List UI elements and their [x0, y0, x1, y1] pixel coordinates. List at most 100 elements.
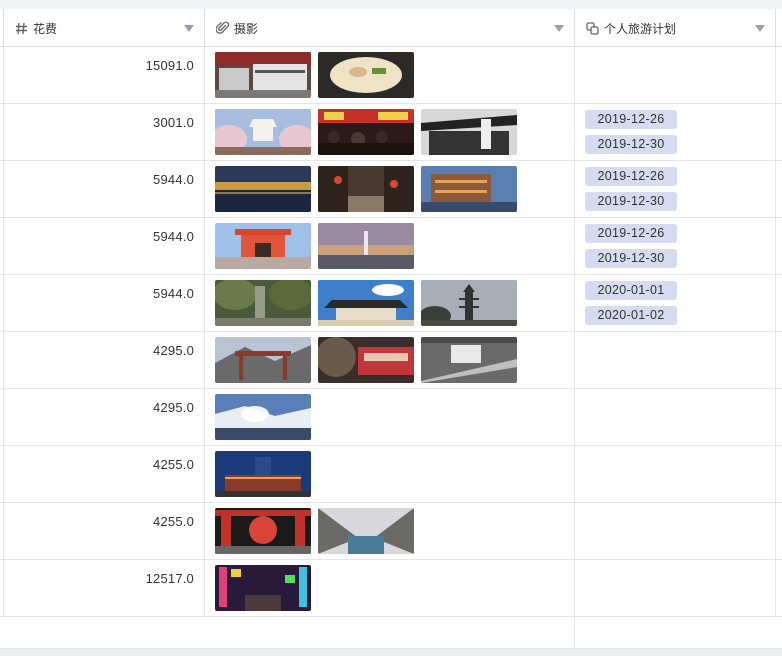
- photo-thumbnails: [215, 337, 517, 383]
- table-row[interactable]: 12517.0: [0, 560, 782, 617]
- table-row[interactable]: 4295.0: [0, 332, 782, 389]
- column-header-cost[interactable]: 花费: [3, 9, 204, 47]
- photo-thumbnail-wooden-pavilion-dusk[interactable]: [421, 166, 517, 212]
- photo-cell[interactable]: [204, 275, 574, 331]
- linked-records: 2019-12-26 2019-12-30: [585, 110, 677, 154]
- linked-record-tag[interactable]: 2019-12-26: [585, 224, 677, 243]
- chevron-down-icon[interactable]: [554, 24, 564, 32]
- photo-thumbnail-temple-gate-dark[interactable]: [421, 109, 517, 155]
- travel-plan-cell[interactable]: 2019-12-26 2019-12-30: [574, 161, 775, 217]
- photo-thumbnails: [215, 280, 517, 326]
- photo-thumbnail-snowy-hot-spring[interactable]: [215, 394, 311, 440]
- photo-thumbnail-red-lantern-gate[interactable]: [215, 508, 311, 554]
- table-row[interactable]: 3001.0 2019-12-26 2019-12-30: [0, 104, 782, 161]
- photo-cell[interactable]: [204, 161, 574, 217]
- photo-cell[interactable]: [204, 560, 574, 616]
- travel-plan-cell[interactable]: [574, 389, 775, 445]
- travel-plan-cell[interactable]: [574, 446, 775, 502]
- photo-cell[interactable]: [204, 218, 574, 274]
- table-row[interactable]: 4255.0: [0, 503, 782, 560]
- photo-thumbnail-ramen-bowl[interactable]: [318, 52, 414, 98]
- cost-value: 3001.0: [153, 115, 194, 130]
- photo-thumbnail-pagoda-silhouette[interactable]: [421, 280, 517, 326]
- data-grid: 花费 摄影 个人旅游计划 15091.0 3001.0 2019-12-26 2019…: [0, 9, 782, 649]
- column-header-spacer: [775, 9, 782, 47]
- photo-thumbnail-castle-cherry-blossom[interactable]: [215, 109, 311, 155]
- travel-plan-cell[interactable]: [574, 560, 775, 616]
- photo-cell[interactable]: [204, 446, 574, 502]
- photo-cell[interactable]: [204, 503, 574, 559]
- photo-thumbnail-cable-car-slope[interactable]: [421, 337, 517, 383]
- cost-cell[interactable]: 4255.0: [3, 503, 204, 559]
- linked-record-tag[interactable]: 2020-01-02: [585, 306, 677, 325]
- linked-record-tag[interactable]: 2019-12-26: [585, 110, 677, 129]
- cost-cell[interactable]: 4295.0: [3, 389, 204, 445]
- row-spacer: [775, 560, 782, 616]
- photo-cell[interactable]: [204, 104, 574, 160]
- row-spacer: [775, 161, 782, 217]
- cost-value: 4295.0: [153, 343, 194, 358]
- cost-cell[interactable]: 4255.0: [3, 446, 204, 502]
- photo-thumbnail-great-temple-blue-sky[interactable]: [318, 280, 414, 326]
- column-header-travel-plan[interactable]: 个人旅游计划: [574, 9, 775, 47]
- linked-records: 2020-01-01 2020-01-02: [585, 281, 677, 325]
- table-row[interactable]: 5944.0 2019-12-26 2019-12-30: [0, 218, 782, 275]
- cost-cell[interactable]: 12517.0: [3, 560, 204, 616]
- photo-thumbnail-red-shrine-gate[interactable]: [215, 223, 311, 269]
- photo-cell[interactable]: [204, 47, 574, 103]
- photo-thumbnail-old-street-lanterns[interactable]: [318, 166, 414, 212]
- cost-value: 15091.0: [145, 58, 194, 73]
- travel-plan-cell[interactable]: [574, 503, 775, 559]
- photo-thumbnail-tower-sunset-city[interactable]: [318, 223, 414, 269]
- table-row[interactable]: 5944.0 2019-12-26 2019-12-30: [0, 161, 782, 218]
- photo-thumbnail-neon-street-night[interactable]: [215, 565, 311, 611]
- linked-record-tag[interactable]: 2019-12-30: [585, 135, 677, 154]
- photo-cell[interactable]: [204, 389, 574, 445]
- table-row[interactable]: 5944.0 2020-01-01 2020-01-02: [0, 275, 782, 332]
- cost-cell[interactable]: 5944.0: [3, 275, 204, 331]
- photo-thumbnail-river-night-lights[interactable]: [215, 166, 311, 212]
- photo-thumbnails: [215, 109, 517, 155]
- linked-record-tag[interactable]: 2019-12-30: [585, 249, 677, 268]
- travel-plan-cell[interactable]: [574, 47, 775, 103]
- table-row[interactable]: 4255.0: [0, 446, 782, 503]
- table-row[interactable]: 15091.0: [0, 47, 782, 104]
- photo-thumbnail-station-night-blue[interactable]: [215, 451, 311, 497]
- cost-cell[interactable]: 5944.0: [3, 161, 204, 217]
- column-header-label: 花费: [33, 21, 58, 36]
- linked-record-tag[interactable]: 2019-12-30: [585, 192, 677, 211]
- table-row[interactable]: 4295.0: [0, 389, 782, 446]
- photo-thumbnail-train-station[interactable]: [215, 52, 311, 98]
- cost-cell[interactable]: 5944.0: [3, 218, 204, 274]
- column-header-label: 摄影: [234, 21, 259, 36]
- cost-cell[interactable]: 4295.0: [3, 332, 204, 388]
- chevron-down-icon[interactable]: [755, 24, 765, 32]
- photo-thumbnail-red-train-forest[interactable]: [318, 337, 414, 383]
- horizontal-scrollbar[interactable]: [0, 649, 782, 656]
- travel-plan-cell[interactable]: 2019-12-26 2019-12-30: [574, 218, 775, 274]
- travel-plan-cell[interactable]: [574, 332, 775, 388]
- travel-plan-cell[interactable]: 2019-12-26 2019-12-30: [574, 104, 775, 160]
- photo-cell[interactable]: [204, 332, 574, 388]
- travel-plan-cell[interactable]: 2020-01-01 2020-01-02: [574, 275, 775, 331]
- linked-record-tag[interactable]: 2019-12-26: [585, 167, 677, 186]
- linked-records: 2019-12-26 2019-12-30: [585, 167, 677, 211]
- photo-thumbnails: [215, 508, 414, 554]
- linked-record-tag[interactable]: 2020-01-01: [585, 281, 677, 300]
- photo-thumbnail-night-market-crowd[interactable]: [318, 109, 414, 155]
- hash-icon: [14, 21, 28, 35]
- photo-thumbnail-mountain-town-gate[interactable]: [215, 337, 311, 383]
- chevron-down-icon[interactable]: [184, 24, 194, 32]
- cost-cell[interactable]: 15091.0: [3, 47, 204, 103]
- row-spacer: [775, 275, 782, 331]
- cost-value: 12517.0: [145, 571, 194, 586]
- grid-footer-row: [0, 617, 782, 649]
- photo-thumbnail-snowy-stream-valley[interactable]: [318, 508, 414, 554]
- row-spacer: [775, 446, 782, 502]
- column-header-photos[interactable]: 摄影: [204, 9, 574, 47]
- cost-value: 4255.0: [153, 514, 194, 529]
- photo-thumbnail-forest-stone-path[interactable]: [215, 280, 311, 326]
- photo-thumbnails: [215, 394, 311, 440]
- row-spacer: [775, 47, 782, 103]
- cost-cell[interactable]: 3001.0: [3, 104, 204, 160]
